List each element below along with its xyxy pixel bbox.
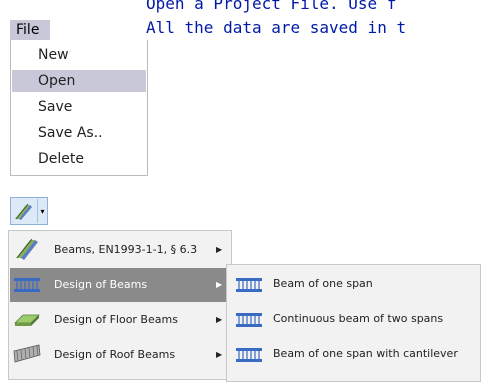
roof-deck-icon (13, 344, 41, 363)
submenu-item-beam-one-span[interactable]: Beam of one span (227, 267, 480, 301)
file-menu-item-open[interactable]: Open (12, 70, 146, 92)
submenu-arrow-icon: ▶ (216, 350, 223, 359)
submenu-item-label: Beam of one span with cantilever (273, 347, 458, 360)
submenu-arrow-icon: ▶ (216, 245, 223, 254)
file-menu-item-new[interactable]: New (12, 44, 146, 66)
menu-item-beams-en1993[interactable]: Beams, EN1993-1-1, § 6.3 ▶ (10, 233, 230, 267)
beam-tool-dropdown-button[interactable]: ▾ (10, 197, 48, 225)
floor-slab-icon (14, 314, 40, 326)
menu-item-label: Design of Roof Beams (54, 348, 176, 361)
menu-item-label: Design of Beams (54, 278, 148, 291)
menu-item-design-of-beams[interactable]: Design of Beams ▶ (10, 268, 230, 302)
design-menu: Beams, EN1993-1-1, § 6.3 ▶ Design of Bea… (8, 230, 232, 380)
doc-text-line-1: Open a Project File. Use f (146, 0, 397, 13)
file-menu-item-save[interactable]: Save (12, 96, 146, 118)
design-of-beams-submenu: Beam of one span Continuous beam of two … (226, 264, 481, 382)
menu-item-label: Design of Floor Beams (54, 313, 178, 326)
file-menu-item-delete[interactable]: Delete (12, 148, 146, 170)
beam-tool-icon (15, 203, 32, 220)
chevron-down-icon[interactable]: ▾ (37, 199, 47, 223)
menu-item-label: Beams, EN1993-1-1, § 6.3 (54, 243, 198, 256)
doc-text-line-2: All the data are saved in t (146, 18, 407, 37)
menu-item-design-of-floor-beams[interactable]: Design of Floor Beams ▶ (10, 303, 230, 337)
submenu-item-beam-one-span-cantilever[interactable]: Beam of one span with cantilever (227, 337, 480, 371)
file-menu-panel: New Open Save Save As.. Delete (10, 40, 148, 176)
beam-grid-icon (236, 278, 262, 292)
beam-section-icon (16, 238, 38, 260)
file-menu-title[interactable]: File (10, 20, 50, 40)
submenu-arrow-icon: ▶ (216, 280, 223, 289)
beam-grid-icon (236, 313, 262, 327)
file-menu-item-save-as[interactable]: Save As.. (12, 122, 146, 144)
submenu-item-continuous-beam-two-spans[interactable]: Continuous beam of two spans (227, 302, 480, 336)
menu-item-design-of-roof-beams[interactable]: Design of Roof Beams ▶ (10, 338, 230, 372)
beam-grid-icon (14, 278, 40, 292)
beam-grid-icon (236, 348, 262, 362)
submenu-item-label: Beam of one span (273, 277, 373, 290)
submenu-arrow-icon: ▶ (216, 315, 223, 324)
submenu-item-label: Continuous beam of two spans (273, 312, 444, 325)
